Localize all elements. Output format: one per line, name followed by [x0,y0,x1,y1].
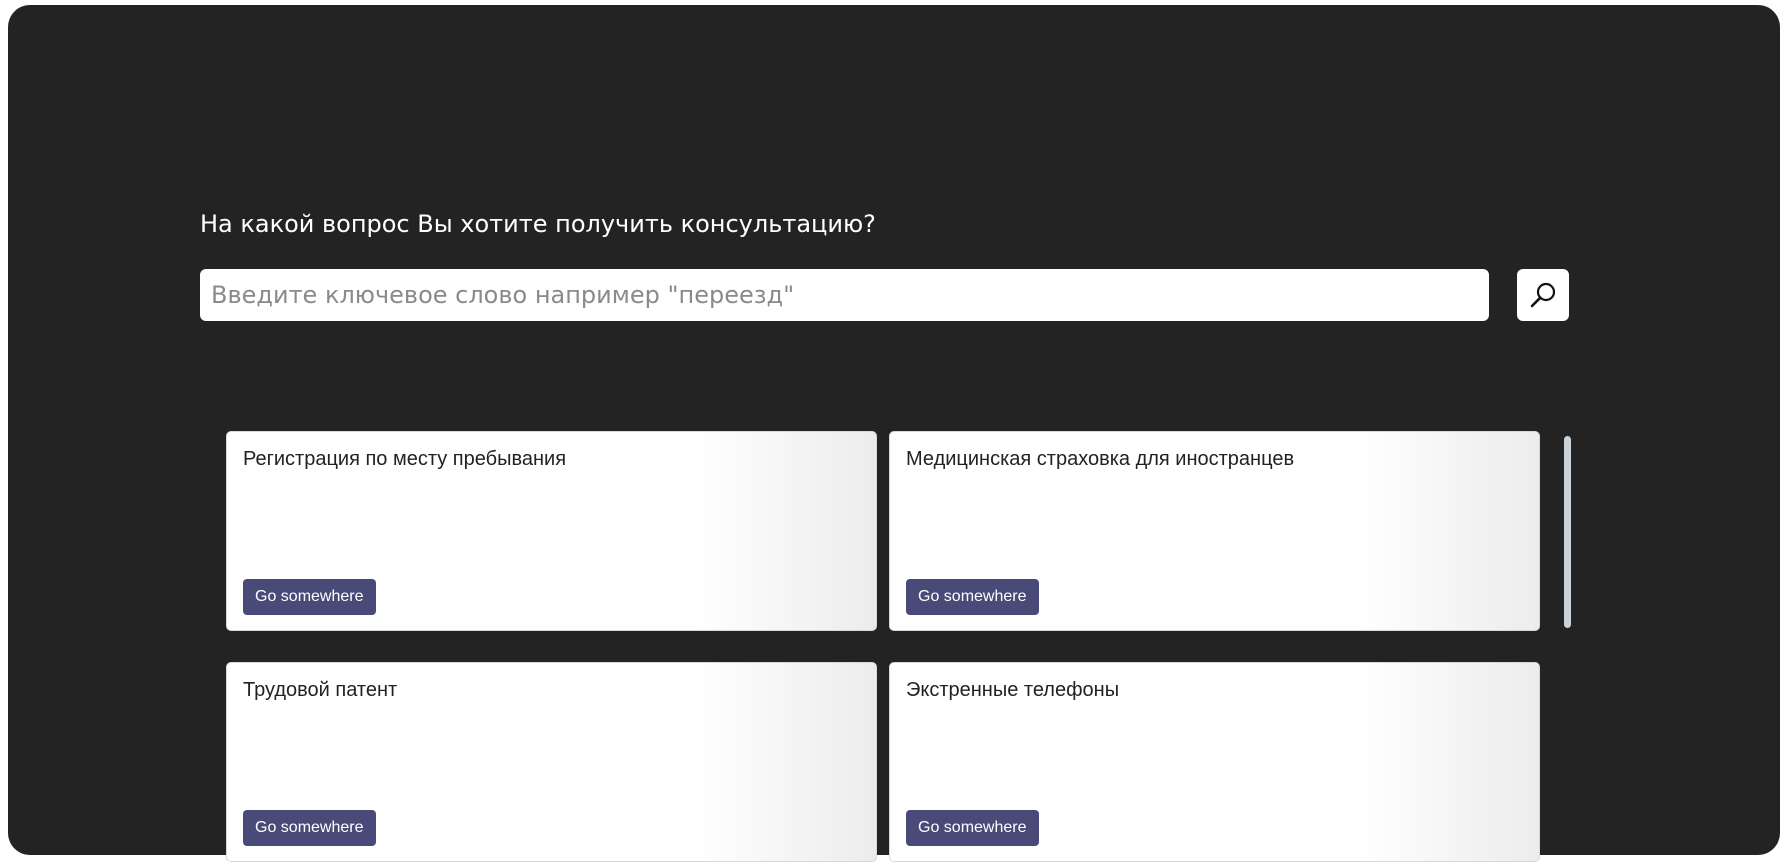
cards-scrollbar[interactable] [1564,436,1571,628]
card-title: Экстренные телефоны [906,679,1120,701]
search-input[interactable] [200,269,1489,321]
go-somewhere-button[interactable]: Go somewhere [243,810,376,846]
card-emergency-phones: Экстренные телефоны Go somewhere [889,662,1540,862]
card-medical-insurance: Медицинская страховка для иностранцев Go… [889,431,1540,631]
card-work-patent: Трудовой патент Go somewhere [226,662,877,862]
search-button[interactable] [1517,269,1569,321]
page-question: На какой вопрос Вы хотите получить консу… [200,210,876,238]
card-registration: Регистрация по месту пребывания Go somew… [226,431,877,631]
go-somewhere-button[interactable]: Go somewhere [243,579,376,615]
card-title: Трудовой патент [243,679,398,701]
go-somewhere-button[interactable]: Go somewhere [906,810,1039,846]
go-somewhere-button[interactable]: Go somewhere [906,579,1039,615]
search-icon [1530,282,1556,308]
card-title: Регистрация по месту пребывания [243,448,567,470]
card-title: Медицинская страховка для иностранцев [906,448,1295,470]
